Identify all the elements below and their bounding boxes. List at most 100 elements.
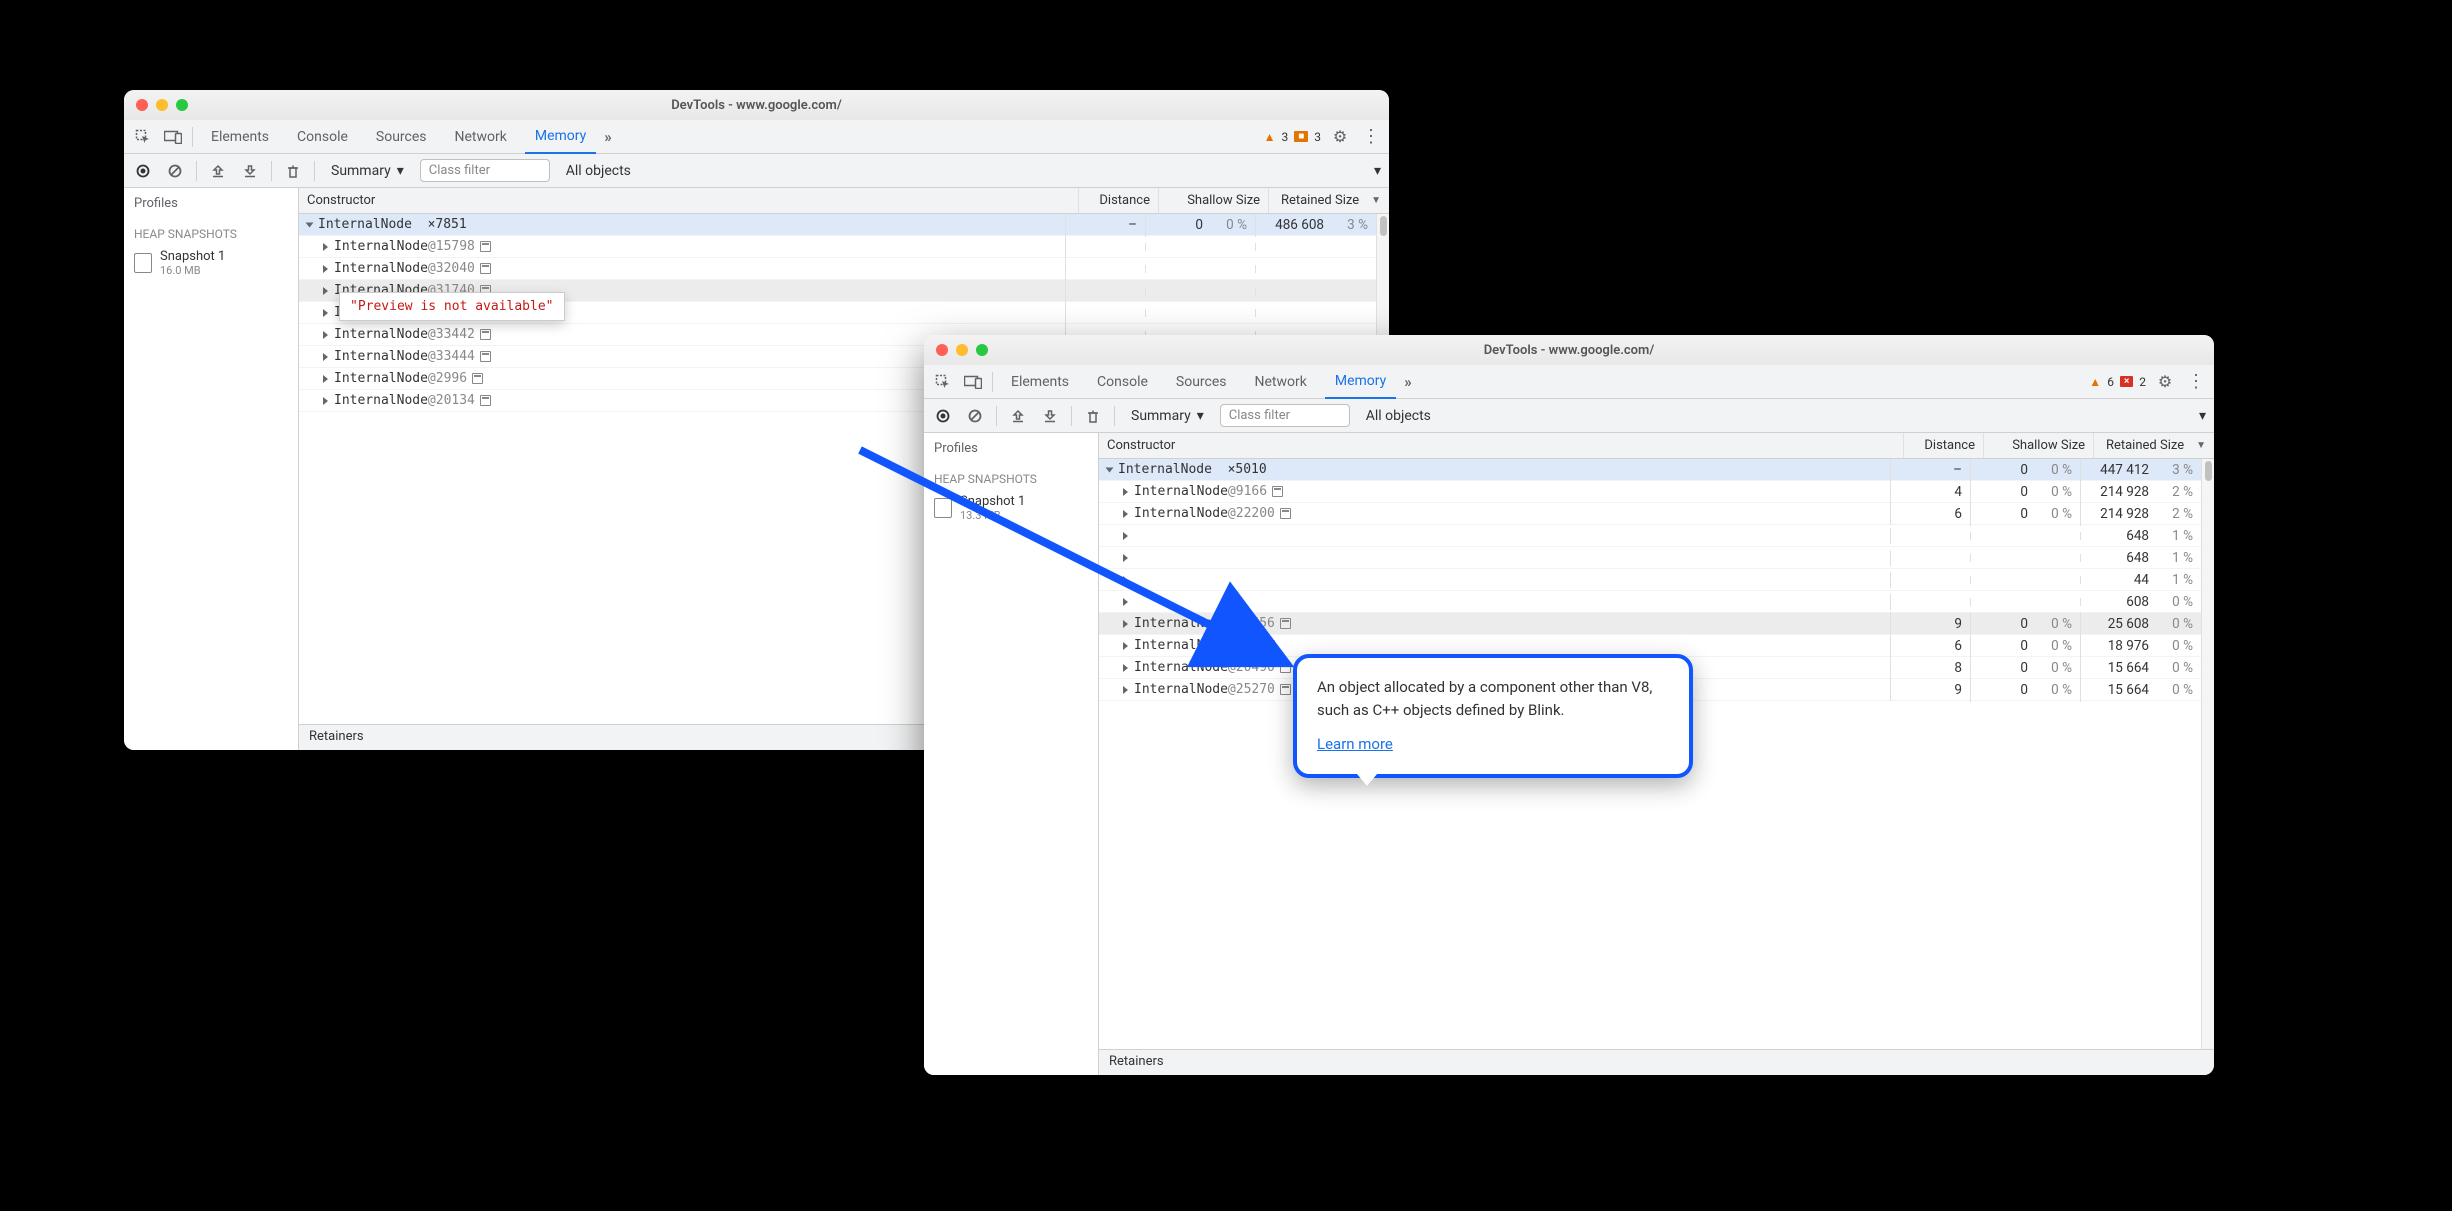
tab-elements[interactable]: Elements (1001, 365, 1079, 399)
cell-distance: 9 (1891, 678, 1971, 702)
cell-shallow: 0 (2020, 484, 2028, 500)
more-tabs-icon[interactable]: » (1404, 373, 1412, 391)
expand-caret-icon[interactable] (323, 243, 328, 251)
settings-icon[interactable]: ⚙ (2154, 371, 2176, 393)
scope-select[interactable]: All objects (560, 163, 637, 179)
retainers-header[interactable]: Retainers (1099, 1049, 2214, 1075)
warning-count: 3 (1281, 130, 1288, 144)
record-icon[interactable] (932, 405, 954, 427)
collect-garbage-icon[interactable] (282, 160, 304, 182)
minimize-window-button[interactable] (956, 344, 968, 356)
column-distance[interactable]: Distance (1904, 433, 1984, 458)
expand-caret-icon[interactable] (323, 265, 328, 273)
titlebar[interactable]: DevTools - www.google.com/ (124, 90, 1389, 120)
column-retained-size[interactable]: Retained Size▼ (2094, 433, 2214, 458)
device-toolbar-icon[interactable] (162, 126, 184, 148)
record-icon[interactable] (132, 160, 154, 182)
scrollbar[interactable] (2201, 459, 2214, 1049)
expand-caret-icon[interactable] (306, 222, 314, 227)
expand-caret-icon[interactable] (323, 331, 328, 339)
clear-icon[interactable] (964, 405, 986, 427)
column-shallow-size[interactable]: Shallow Size (1159, 188, 1269, 213)
titlebar[interactable]: DevTools - www.google.com/ (924, 335, 2214, 365)
cell-distance: 8 (1891, 656, 1971, 680)
collect-garbage-icon[interactable] (1082, 405, 1104, 427)
cell-shallow: 0 (2020, 660, 2028, 676)
device-toolbar-icon[interactable] (962, 371, 984, 393)
cell-distance: – (1891, 459, 1971, 482)
cell-retained-pct: 0 % (2161, 616, 2193, 632)
expand-caret-icon[interactable] (323, 353, 328, 361)
column-retained-size[interactable]: Retained Size▼ (1269, 188, 1389, 213)
expand-caret-icon[interactable] (323, 309, 328, 317)
cell-retained-pct: 1 % (2161, 550, 2193, 566)
column-distance[interactable]: Distance (1079, 188, 1159, 213)
tab-network[interactable]: Network (445, 120, 517, 154)
tab-sources[interactable]: Sources (1166, 365, 1237, 399)
view-select[interactable]: Summary▾ (325, 163, 410, 179)
scope-select[interactable]: All objects (1360, 408, 1437, 424)
traffic-lights (124, 99, 188, 111)
clear-icon[interactable] (164, 160, 186, 182)
more-menu-icon[interactable]: ⋮ (2184, 371, 2206, 393)
cell-retained: 15 664 (2108, 682, 2149, 698)
cell-retained: 15 664 (2108, 660, 2149, 676)
tab-memory[interactable]: Memory (1325, 365, 1396, 399)
status-badges[interactable]: ▲ 6 × 2 (2089, 375, 2146, 389)
tab-console[interactable]: Console (1087, 365, 1158, 399)
node-id: @32040 (428, 261, 475, 276)
cell-distance (1891, 598, 1971, 606)
close-window-button[interactable] (136, 99, 148, 111)
scope-label: All objects (566, 163, 631, 179)
upload-icon[interactable] (1007, 405, 1029, 427)
parent-row[interactable]: InternalNode ×7851 – 00 % 486 6083 % (299, 214, 1376, 236)
view-select[interactable]: Summary▾ (1125, 408, 1210, 424)
tab-sources[interactable]: Sources (366, 120, 437, 154)
class-filter-input[interactable]: Class filter (1220, 404, 1350, 427)
tab-elements[interactable]: Elements (201, 120, 279, 154)
cell-shallow: 0 (2020, 506, 2028, 522)
constructor-name: InternalNode (334, 327, 428, 342)
settings-icon[interactable]: ⚙ (1329, 126, 1351, 148)
learn-more-link[interactable]: Learn more (1317, 735, 1393, 753)
maximize-window-button[interactable] (976, 344, 988, 356)
tab-network[interactable]: Network (1245, 365, 1317, 399)
cell-retained-pct: 0 % (2161, 682, 2193, 698)
constructor-name: InternalNode (334, 261, 428, 276)
snapshot-item[interactable]: Snapshot 1 16.0 MB (124, 245, 298, 281)
table-header: Constructor Distance Shallow Size Retain… (299, 188, 1389, 214)
inspect-element-icon[interactable] (932, 371, 954, 393)
cell-retained: 648 (2126, 550, 2149, 566)
expand-caret-icon[interactable] (323, 287, 328, 295)
scope-label: All objects (1366, 408, 1431, 424)
cell-retained: 214 928 (2100, 484, 2149, 500)
tab-memory[interactable]: Memory (525, 120, 596, 154)
minimize-window-button[interactable] (156, 99, 168, 111)
close-window-button[interactable] (936, 344, 948, 356)
download-icon[interactable] (1039, 405, 1061, 427)
node-id: @33442 (428, 327, 475, 342)
status-badges[interactable]: ▲ 3 ■ 3 (1264, 130, 1321, 144)
maximize-window-button[interactable] (176, 99, 188, 111)
column-constructor[interactable]: Constructor (299, 188, 1079, 213)
more-tabs-icon[interactable]: » (604, 128, 612, 146)
download-icon[interactable] (239, 160, 261, 182)
memory-toolbar: Summary▾ Class filter All objects ▾ (924, 399, 2214, 433)
cell-retained: 25 608 (2108, 616, 2149, 632)
class-filter-input[interactable]: Class filter (420, 159, 550, 182)
column-shallow-size[interactable]: Shallow Size (1984, 433, 2094, 458)
dropdown-caret-icon[interactable]: ▾ (2199, 408, 2206, 424)
table-row[interactable]: InternalNode @15798 (299, 236, 1376, 258)
more-menu-icon[interactable]: ⋮ (1359, 126, 1381, 148)
element-icon (480, 241, 491, 252)
table-row[interactable]: InternalNode @32040 (299, 258, 1376, 280)
warning-count: 6 (2107, 375, 2114, 389)
object-description-tooltip: An object allocated by a component other… (1293, 654, 1693, 778)
expand-caret-icon[interactable] (323, 397, 328, 405)
dropdown-caret-icon[interactable]: ▾ (1374, 163, 1381, 179)
tab-console[interactable]: Console (287, 120, 358, 154)
expand-caret-icon[interactable] (323, 375, 328, 383)
constructor-name: InternalNode (318, 217, 412, 232)
upload-icon[interactable] (207, 160, 229, 182)
inspect-element-icon[interactable] (132, 126, 154, 148)
